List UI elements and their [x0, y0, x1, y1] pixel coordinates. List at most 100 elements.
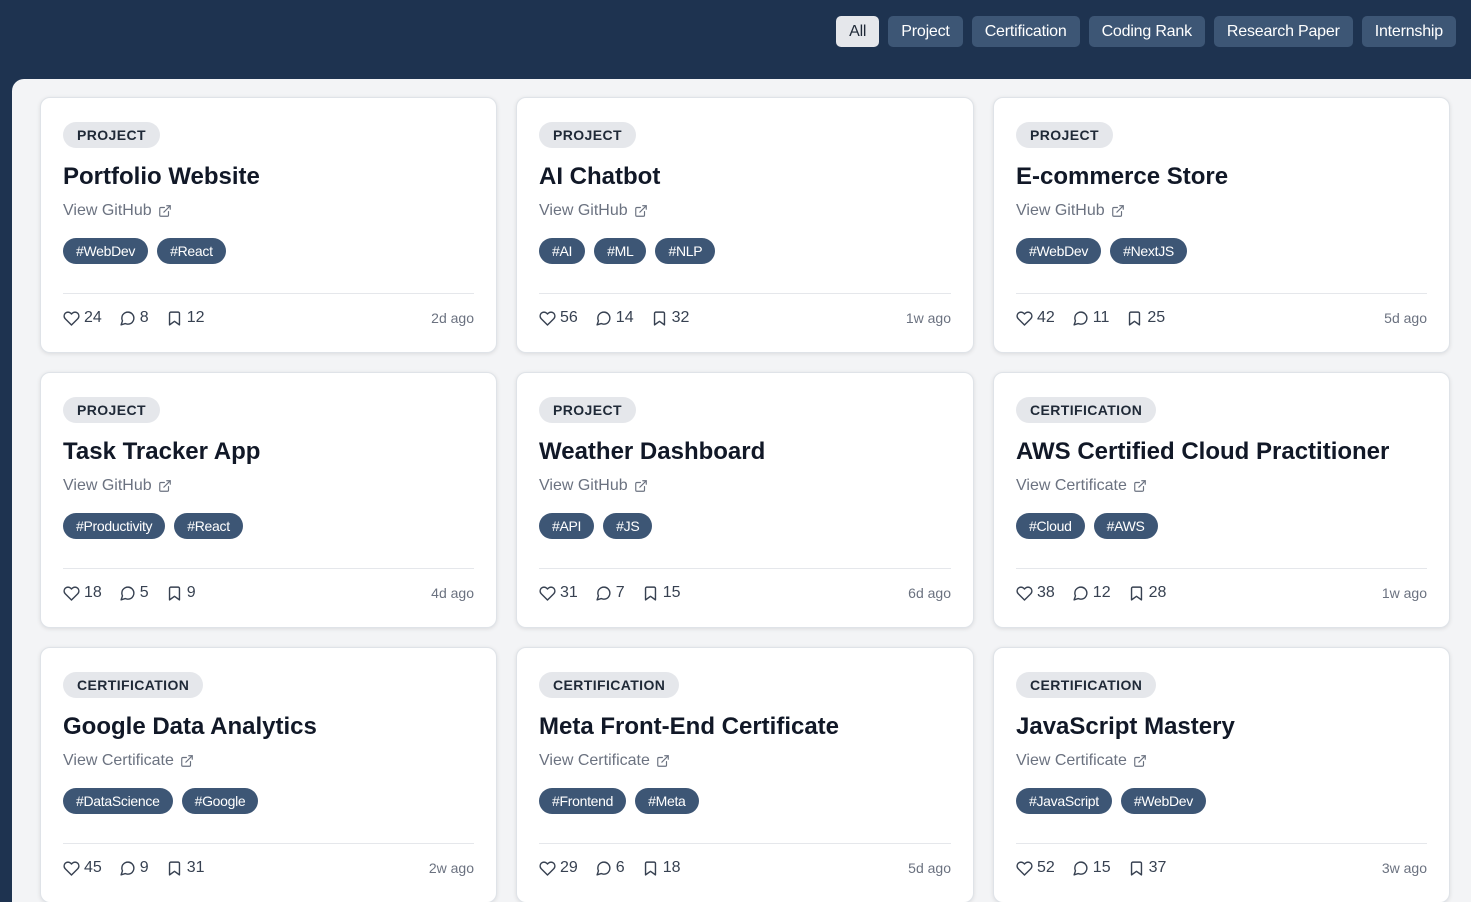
tag-chip[interactable]: #NextJS — [1110, 238, 1187, 264]
post-card[interactable]: PROJECT Portfolio Website View GitHub #W… — [40, 97, 497, 353]
heart-icon — [63, 310, 80, 326]
tag-chip[interactable]: #WebDev — [1016, 238, 1102, 264]
comment-count: 9 — [139, 859, 149, 876]
tag-list: #API #JS — [539, 513, 951, 539]
post-card[interactable]: CERTIFICATION Meta Front-End Certificate… — [516, 647, 974, 902]
card-link-label: View GitHub — [63, 202, 152, 219]
card-link-label: View GitHub — [63, 477, 152, 494]
save-button[interactable]: 12 — [166, 309, 205, 327]
post-time: 2d ago — [431, 310, 474, 326]
card-link[interactable]: View GitHub — [63, 476, 172, 496]
tag-chip[interactable]: #AWS — [1093, 513, 1158, 539]
comment-button[interactable]: 9 — [119, 859, 149, 877]
tag-chip[interactable]: #API — [539, 513, 595, 539]
save-button[interactable]: 18 — [642, 859, 681, 877]
comment-icon — [1073, 860, 1088, 876]
tag-chip[interactable]: #React — [174, 513, 243, 539]
comment-button[interactable]: 7 — [595, 584, 625, 602]
card-link[interactable]: View Certificate — [539, 751, 670, 771]
card-footer: 18 5 9 4d ago — [63, 568, 474, 602]
like-button[interactable]: 24 — [63, 309, 102, 327]
card-link[interactable]: View GitHub — [539, 476, 648, 496]
like-button[interactable]: 18 — [63, 584, 102, 602]
filter-research-paper[interactable]: Research Paper — [1213, 16, 1353, 47]
card-link[interactable]: View GitHub — [539, 201, 648, 221]
tag-chip[interactable]: #Frontend — [539, 788, 627, 814]
save-button[interactable]: 28 — [1128, 584, 1166, 602]
post-card[interactable]: PROJECT AI Chatbot View GitHub #AI #ML #NL… — [516, 97, 974, 353]
post-time: 3w ago — [1381, 860, 1427, 876]
save-button[interactable]: 32 — [651, 309, 690, 327]
post-card[interactable]: CERTIFICATION Google Data Analytics View… — [40, 647, 497, 902]
filter-coding-rank[interactable]: Coding Rank — [1088, 16, 1205, 47]
heart-icon — [1016, 585, 1033, 601]
tag-chip[interactable]: #WebDev — [63, 238, 149, 264]
post-card[interactable]: PROJECT E-commerce Store View GitHub #We… — [993, 97, 1450, 353]
post-card[interactable]: PROJECT Weather Dashboard View GitHub #A… — [516, 372, 974, 628]
tag-chip[interactable]: #WebDev — [1120, 788, 1206, 814]
card-footer: 29 6 18 5d ago — [539, 843, 951, 877]
like-button[interactable]: 52 — [1016, 859, 1055, 877]
bookmark-icon — [1130, 860, 1142, 876]
comment-button[interactable]: 11 — [1072, 309, 1109, 327]
tag-chip[interactable]: #NLP — [655, 238, 716, 264]
save-count: 32 — [671, 309, 690, 326]
save-button[interactable]: 37 — [1128, 859, 1166, 877]
filter-project[interactable]: Project — [888, 16, 963, 47]
save-button[interactable]: 15 — [642, 584, 681, 602]
comment-icon — [1073, 310, 1088, 326]
like-button[interactable]: 29 — [539, 859, 578, 877]
card-footer: 38 12 28 1w ago — [1016, 568, 1427, 602]
comment-button[interactable]: 12 — [1072, 584, 1111, 602]
comment-button[interactable]: 14 — [595, 309, 634, 327]
like-button[interactable]: 56 — [539, 309, 578, 327]
save-button[interactable]: 31 — [166, 859, 205, 877]
like-button[interactable]: 38 — [1016, 584, 1055, 602]
post-card[interactable]: CERTIFICATION JavaScript Mastery View Ce… — [993, 647, 1450, 902]
card-grid: PROJECT Portfolio Website View GitHub #W… — [40, 97, 1450, 902]
filter-internship[interactable]: Internship — [1361, 16, 1456, 47]
tag-chip[interactable]: #JS — [603, 513, 653, 539]
card-link[interactable]: View Certificate — [1016, 751, 1147, 771]
bookmark-icon — [168, 860, 180, 876]
tag-chip[interactable]: #AI — [539, 238, 586, 264]
card-link-label: View GitHub — [1016, 202, 1105, 219]
tag-chip[interactable]: #DataScience — [63, 788, 173, 814]
card-link-label: View Certificate — [1016, 752, 1127, 769]
tag-chip[interactable]: #Cloud — [1016, 513, 1085, 539]
card-stats: 38 12 28 — [1016, 584, 1166, 602]
comment-button[interactable]: 8 — [119, 309, 149, 327]
tag-chip[interactable]: #ML — [594, 238, 647, 264]
like-count: 31 — [560, 584, 578, 601]
comment-button[interactable]: 15 — [1072, 859, 1111, 877]
comment-button[interactable]: 5 — [119, 584, 149, 602]
like-button[interactable]: 42 — [1016, 309, 1055, 327]
card-link[interactable]: View Certificate — [1016, 476, 1147, 496]
tag-chip[interactable]: #React — [157, 238, 226, 264]
like-button[interactable]: 45 — [63, 859, 102, 877]
like-button[interactable]: 31 — [539, 584, 578, 602]
tag-chip[interactable]: #Google — [181, 788, 259, 814]
card-link[interactable]: View Certificate — [63, 751, 194, 771]
post-card[interactable]: CERTIFICATION AWS Certified Cloud Practi… — [993, 372, 1450, 628]
save-button[interactable]: 25 — [1126, 309, 1165, 327]
like-count: 52 — [1037, 859, 1055, 876]
save-count: 31 — [186, 859, 205, 876]
filter-all[interactable]: All — [836, 16, 880, 47]
heart-icon — [539, 585, 556, 601]
card-link[interactable]: View GitHub — [1016, 201, 1125, 221]
bookmark-icon — [1129, 310, 1141, 326]
comment-button[interactable]: 6 — [595, 859, 625, 877]
tag-list: #WebDev #React — [63, 238, 474, 264]
filter-certification[interactable]: Certification — [971, 16, 1080, 47]
tag-chip[interactable]: #Productivity — [63, 513, 166, 539]
bookmark-icon — [644, 860, 656, 876]
post-card[interactable]: PROJECT Task Tracker App View GitHub #Pr… — [40, 372, 497, 628]
card-link[interactable]: View GitHub — [63, 201, 172, 221]
comment-count: 6 — [615, 859, 625, 876]
tag-chip[interactable]: #JavaScript — [1016, 788, 1112, 814]
post-time: 2w ago — [428, 860, 474, 876]
card-stats: 29 6 18 — [539, 859, 681, 877]
save-button[interactable]: 9 — [166, 584, 196, 602]
tag-chip[interactable]: #Meta — [635, 788, 699, 814]
